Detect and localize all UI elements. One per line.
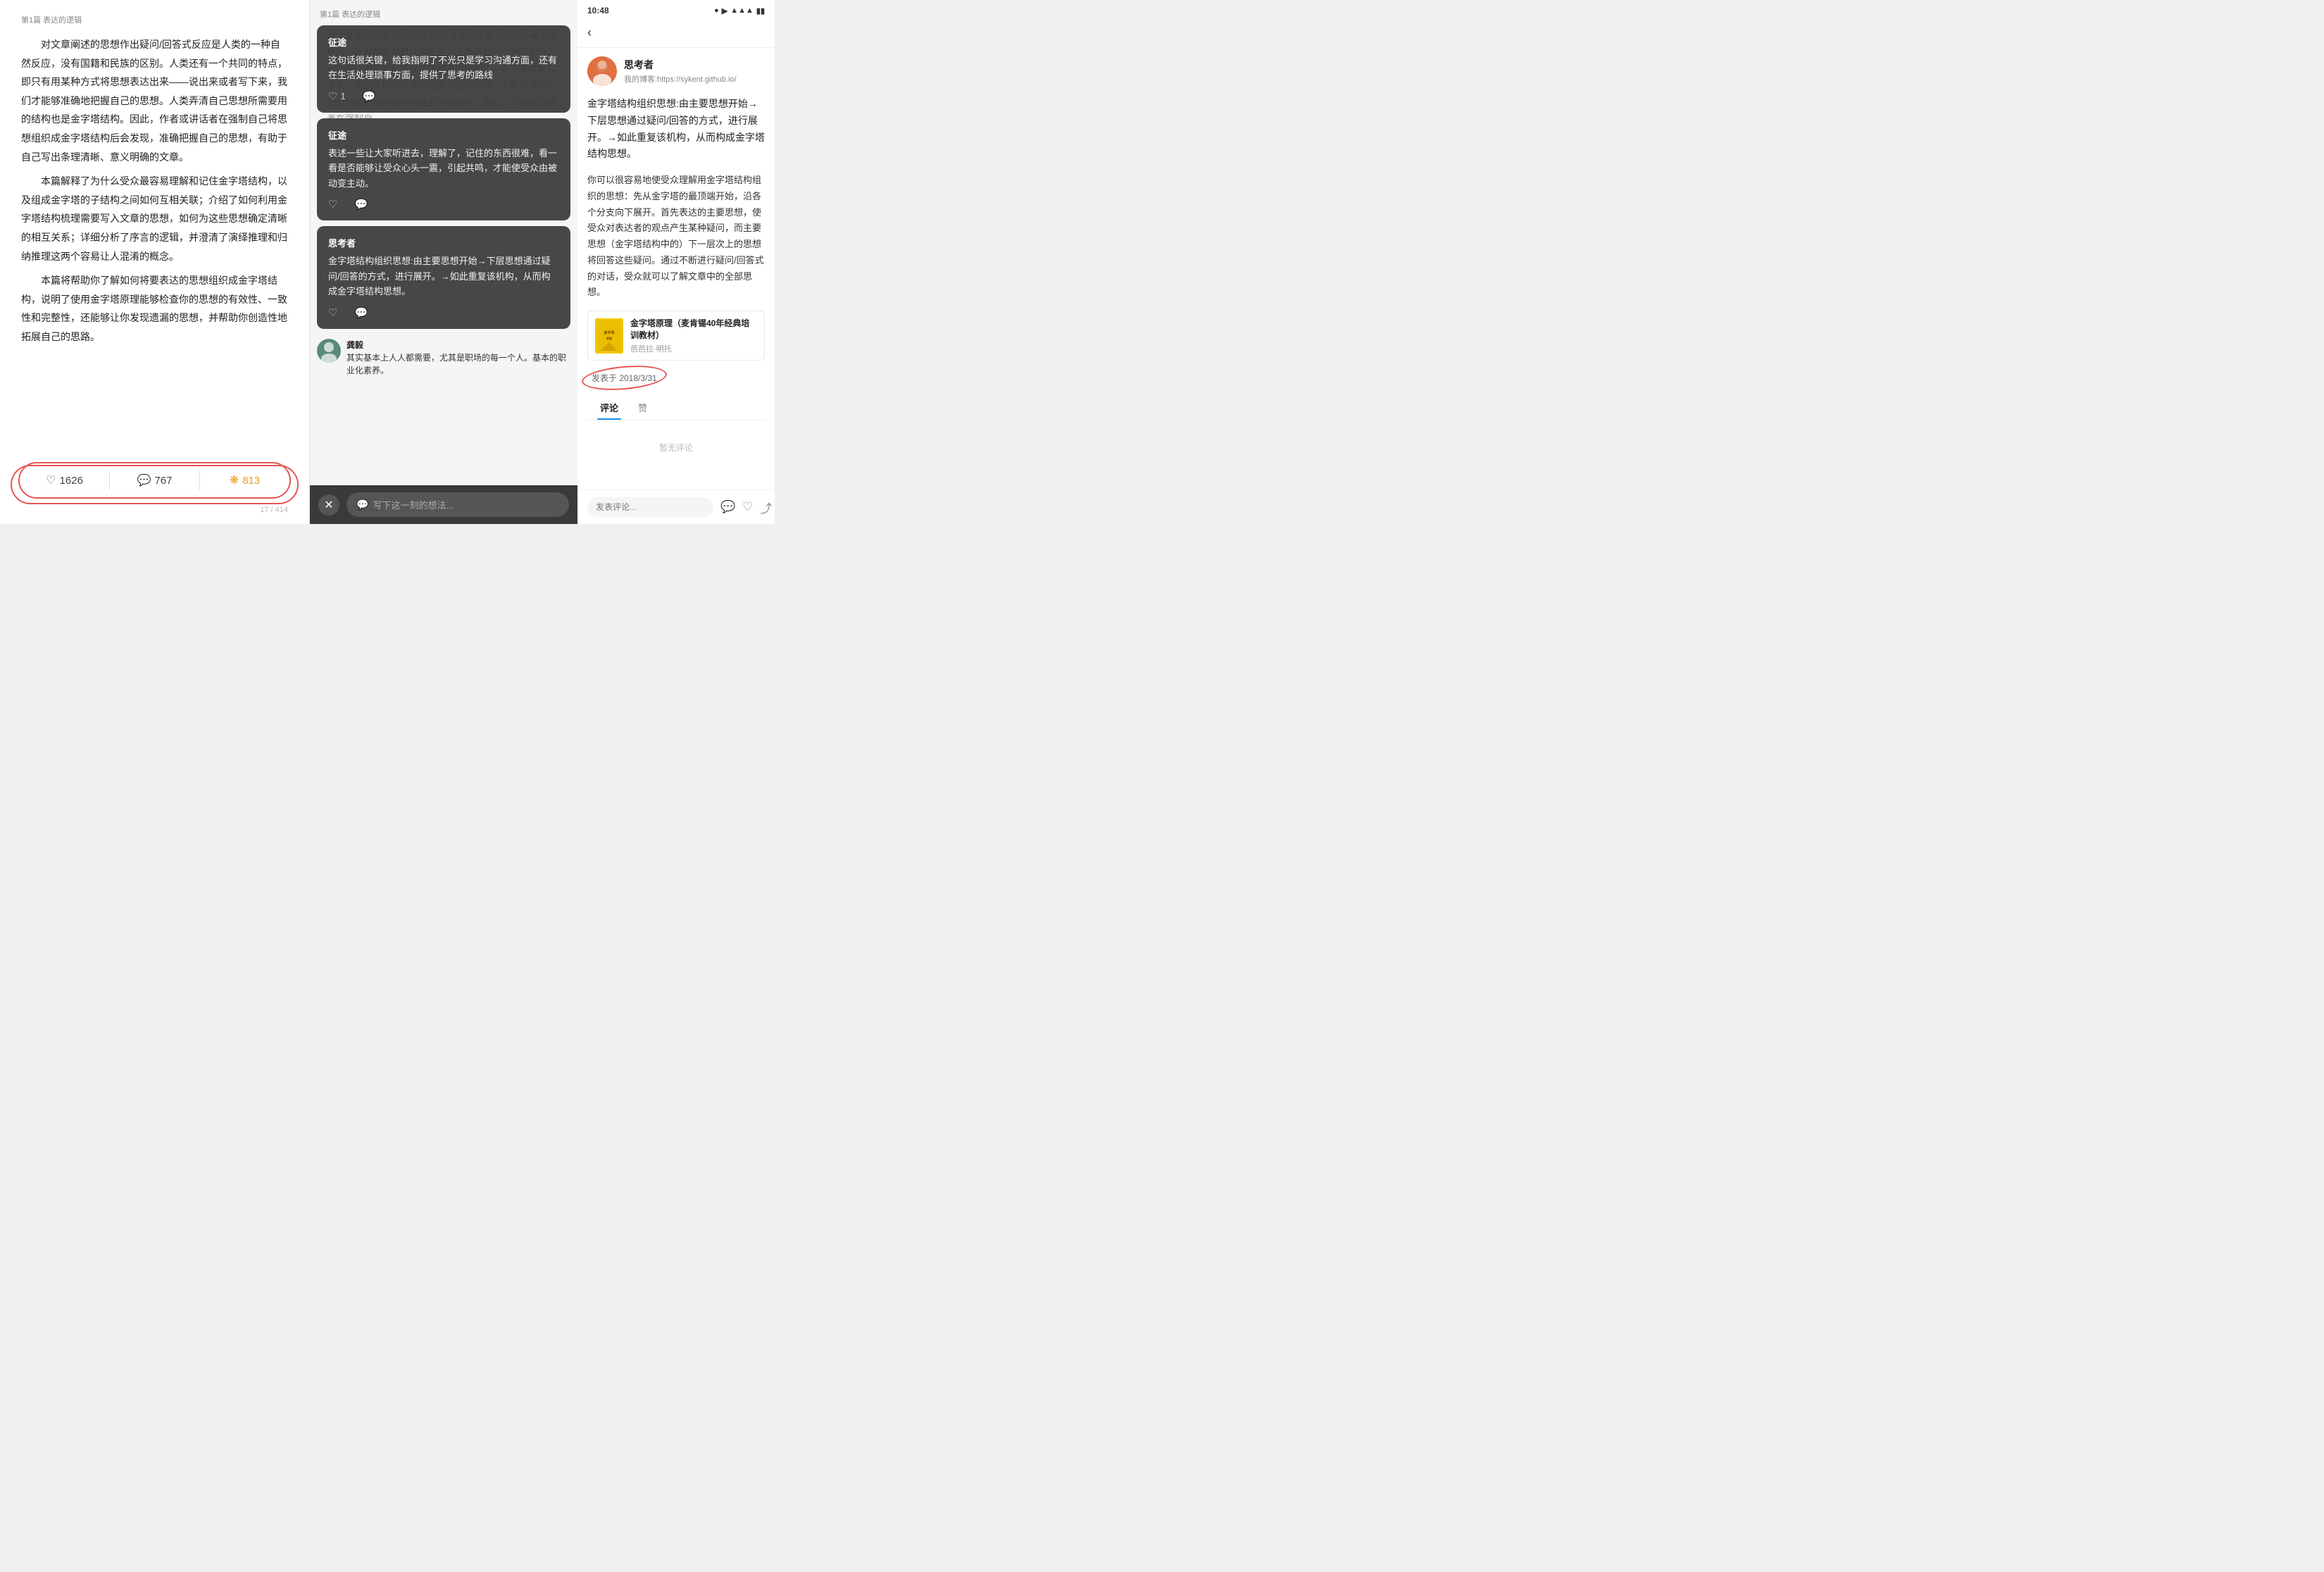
share-button[interactable]: ❋ 813 — [200, 470, 289, 490]
book-info: 金字塔原理（麦肯锡40年经典培训教材） 芭芭拉·明托 — [630, 317, 757, 354]
comments-content: 第1篇 表达的逻辑 征途 这句话很关键，给我指明了不光只是学习沟通方面，还有在生… — [310, 0, 577, 389]
footer-like-icon[interactable]: ♡ — [742, 500, 753, 514]
no-comment-text: 暂无评论 — [587, 428, 765, 468]
comment-user-2: 征途 — [328, 128, 559, 142]
article-detail-panel: 10:48 ● ▶ ▲▲▲ ▮▮ ‹ 思考者 — [577, 0, 775, 524]
status-icons: ● ▶ ▲▲▲ ▮▮ — [714, 6, 765, 15]
action-row: ♡ 1626 💬 767 ❋ 813 — [18, 462, 291, 499]
heart-icon-2: ♡ — [328, 198, 337, 211]
tab-row: 评论 赞 — [587, 395, 765, 420]
status-time: 10:48 — [587, 6, 609, 15]
heart-icon-3: ♡ — [328, 306, 337, 319]
comment-like-3[interactable]: ♡ — [328, 306, 337, 319]
date-circle-annotation — [581, 363, 668, 393]
comment-user-3: 思考者 — [328, 236, 559, 249]
comment-reply-1[interactable]: 💬 — [363, 90, 376, 103]
svg-text:金字塔: 金字塔 — [603, 330, 615, 335]
comment-text-2: 表述一些让大家听进去，理解了，记住的东西很难，看一看是否能够让受众心头一震，引起… — [328, 146, 559, 191]
comment-icon: 💬 — [137, 473, 151, 487]
book-card[interactable]: 金字塔 原理 金字塔原理（麦肯锡40年经典培训教材） 芭芭拉·明托 — [587, 311, 765, 361]
article-body-text: 你可以很容易地使受众理解用金字塔结构组织的思想：先从金字塔的最顶端开始，沿各个分… — [587, 173, 765, 301]
reply-icon-2: 💬 — [354, 198, 368, 211]
comment-like-1[interactable]: ♡ 1 — [328, 90, 346, 103]
comment-reply-3[interactable]: 💬 — [354, 306, 368, 319]
article-title: 金字塔结构组织思想:由主要思想开始→下层思想通过疑问/回答的方式，进行展开。→如… — [587, 96, 765, 163]
comment-actions-2: ♡ 💬 — [328, 198, 559, 211]
tab-likes[interactable]: 赞 — [635, 395, 650, 420]
share-count: 813 — [242, 475, 260, 487]
author-avatar — [587, 56, 617, 86]
author-blog: 我的博客:https://sykent.github.io/ — [624, 73, 737, 85]
wifi-icon: ▶ — [722, 6, 727, 15]
comment-text-3: 金字塔结构组织思想:由主要思想开始→下层思想通过疑问/回答的方式，进行展开。→如… — [328, 254, 559, 299]
like-count: 1626 — [59, 475, 82, 487]
comment-input-field[interactable] — [587, 497, 713, 517]
comment-actions-1: ♡ 1 💬 — [328, 90, 559, 103]
like-button[interactable]: ♡ 1626 — [20, 470, 110, 490]
below-comment-avatar — [317, 339, 341, 363]
status-bar: 10:48 ● ▶ ▲▲▲ ▮▮ — [577, 0, 775, 21]
footer-comment-icon[interactable]: 💬 — [720, 500, 735, 514]
svg-text:原理: 原理 — [606, 336, 612, 340]
comment-button[interactable]: 💬 767 — [110, 470, 200, 490]
comment-count: 767 — [154, 475, 172, 487]
book-title: 金字塔原理（麦肯锡40年经典培训教材） — [630, 317, 757, 341]
article-header: ‹ — [577, 21, 775, 48]
chat-icon: 💬 — [356, 499, 368, 511]
tab-comments[interactable]: 评论 — [597, 395, 621, 420]
book-author: 芭芭拉·明托 — [630, 343, 757, 354]
heart-icon: ♡ — [328, 90, 337, 103]
paragraph-3: 本篇将帮助你了解如何将要表达的思想组织成金字塔结构，说明了使用金字塔原理能够检查… — [21, 271, 288, 346]
close-button[interactable]: ✕ — [318, 494, 339, 516]
comment-card-3: 思考者 金字塔结构组织思想:由主要思想开始→下层思想通过疑问/回答的方式，进行展… — [317, 226, 570, 328]
footer-share-icon[interactable]: ⤴ — [760, 499, 772, 516]
comment-like-2[interactable]: ♡ — [328, 198, 337, 211]
comment-input-area: ✕ 💬 写下这一刻的想法... — [310, 485, 577, 524]
comment-input[interactable]: 💬 写下这一刻的想法... — [346, 492, 569, 517]
battery-bar: ▮▮ — [756, 6, 765, 15]
input-placeholder: 写下这一刻的想法... — [373, 498, 454, 511]
breadcrumb: 第1篇 表达的逻辑 — [21, 14, 288, 25]
battery-icon: ● — [714, 6, 719, 15]
comment-text-1: 这句话很关键，给我指明了不光只是学习沟通方面，还有在生活处理琐事方面，提供了思考… — [328, 53, 559, 83]
book-content: 对文章阐述的思想作出疑问/回答式反应是人类的一种自然反应，没有国籍和民族的区别。… — [21, 35, 288, 347]
below-comment-user: 龚毅 — [346, 339, 570, 351]
reply-icon: 💬 — [363, 90, 376, 103]
paragraph-1: 对文章阐述的思想作出疑问/回答式反应是人类的一种自然反应，没有国籍和民族的区别。… — [21, 35, 288, 166]
article-footer: 💬 ♡ ⤴ — [577, 489, 775, 524]
page-number: 17 / 414 — [11, 506, 298, 514]
panel2-breadcrumb: 第1篇 表达的逻辑 — [317, 8, 570, 20]
publish-date-container: 发表于 2018/3/31 — [587, 370, 661, 385]
comment-reply-2[interactable]: 💬 — [354, 198, 368, 211]
article-body: 思考者 我的博客:https://sykent.github.io/ 金字塔结构… — [577, 48, 775, 489]
book-reader-panel: 第1篇 表达的逻辑 对文章阐述的思想作出疑问/回答式反应是人类的一种自然反应，没… — [0, 0, 310, 524]
comment-actions-3: ♡ 💬 — [328, 306, 559, 319]
bottom-action-bar: ♡ 1626 💬 767 ❋ 813 17 / 414 — [0, 452, 309, 524]
author-row: 思考者 我的博客:https://sykent.github.io/ — [587, 56, 765, 86]
paragraph-2: 本篇解释了为什么受众最容易理解和记住金字塔结构，以及组成金字塔的子结构之间如何互… — [21, 172, 288, 266]
below-comment-row: 龚毅 其实基本上人人都需要，尤其是职场的每一个人。基本的职业化素养。 — [317, 335, 570, 381]
comment-card-2: 征途 表述一些让大家听进去，理解了，记住的东西很难，看一看是否能够让受众心头一震… — [317, 118, 570, 220]
signal-icon: ▲▲▲ — [730, 6, 754, 15]
comment-card-1: 征途 这句话很关键，给我指明了不光只是学习沟通方面，还有在生活处理琐事方面，提供… — [317, 25, 570, 113]
author-name: 思考者 — [624, 58, 737, 72]
back-button[interactable]: ‹ — [587, 25, 592, 40]
comments-panel: 对文章阐述的思想作出疑问/回答式反应是人类的一种自然反应，没有国籍和民族的区别。… — [310, 0, 577, 524]
author-info: 思考者 我的博客:https://sykent.github.io/ — [624, 58, 737, 85]
comment-user-1: 征途 — [328, 35, 559, 49]
reply-icon-3: 💬 — [354, 306, 368, 319]
below-comment-text: 其实基本上人人都需要，尤其是职场的每一个人。基本的职业化素养。 — [346, 351, 570, 377]
like-icon: ♡ — [46, 473, 56, 487]
share-icon: ❋ — [230, 473, 239, 487]
like-num-1: 1 — [340, 91, 345, 101]
book-cover: 金字塔 原理 — [595, 318, 623, 354]
